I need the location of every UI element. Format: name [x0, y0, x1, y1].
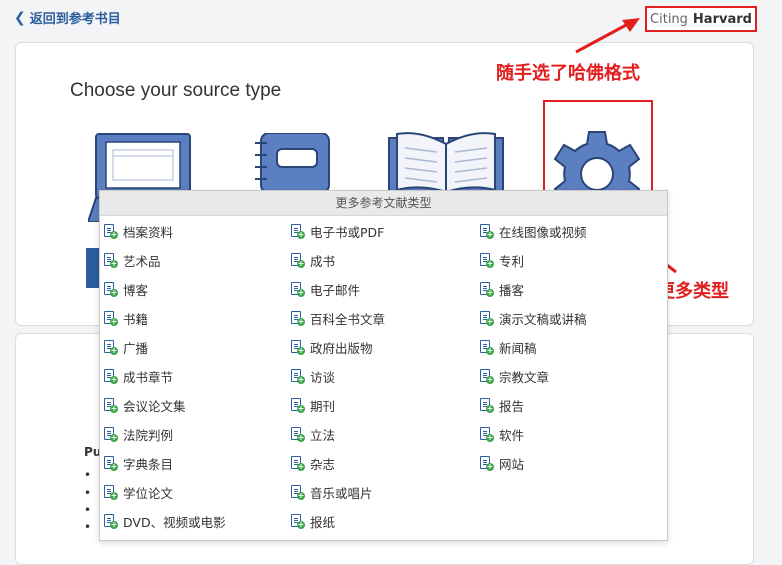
source-type-label: 软件: [499, 427, 525, 443]
source-type-label: 在线图像或视频: [499, 224, 587, 240]
add-document-icon: +: [103, 455, 118, 471]
source-type-label: 成书: [310, 253, 336, 269]
source-type-option[interactable]: + 宗教文章: [479, 366, 549, 386]
add-document-icon: +: [290, 513, 305, 529]
source-type-label: 杂志: [310, 456, 336, 472]
add-document-icon: +: [290, 281, 305, 297]
source-type-label: 百科全书文章: [310, 311, 386, 327]
dropdown-header: 更多参考文献类型: [100, 191, 667, 216]
add-document-icon: +: [479, 368, 494, 384]
add-document-icon: +: [479, 397, 494, 413]
source-type-label: 报纸: [310, 514, 336, 530]
add-document-icon: +: [103, 368, 118, 384]
source-type-option[interactable]: + 政府出版物: [290, 337, 373, 357]
source-type-option[interactable]: + 百科全书文章: [290, 308, 385, 328]
source-type-label: 成书章节: [123, 369, 174, 385]
add-document-icon: +: [479, 223, 494, 239]
source-type-label: 艺术品: [123, 253, 161, 269]
source-type-option[interactable]: + 会议论文集: [103, 395, 186, 415]
source-type-option[interactable]: + DVD、视频或电影: [103, 511, 226, 531]
add-document-icon: +: [103, 281, 118, 297]
add-document-icon: +: [290, 484, 305, 500]
source-type-option[interactable]: + 博客: [103, 279, 148, 299]
source-type-option[interactable]: + 在线图像或视频: [479, 221, 587, 241]
source-type-option[interactable]: + 专利: [479, 250, 524, 270]
add-document-icon: +: [479, 310, 494, 326]
add-document-icon: +: [479, 455, 494, 471]
add-document-icon: +: [103, 513, 118, 529]
source-type-option[interactable]: + 立法: [290, 424, 335, 444]
source-type-option[interactable]: + 报纸: [290, 511, 335, 531]
source-type-label: 期刊: [310, 398, 336, 414]
source-type-option[interactable]: + 学位论文: [103, 482, 173, 502]
source-type-label: 新闻稿: [499, 340, 537, 356]
source-type-label: 电子书或PDF: [310, 224, 385, 240]
add-document-icon: +: [479, 426, 494, 442]
source-type-option[interactable]: + 书籍: [103, 308, 148, 328]
source-type-label: 立法: [310, 427, 336, 443]
source-type-option[interactable]: + 电子邮件: [290, 279, 360, 299]
source-type-option[interactable]: + 期刊: [290, 395, 335, 415]
source-type-option[interactable]: + 报告: [479, 395, 524, 415]
source-type-label: 报告: [499, 398, 525, 414]
source-type-option[interactable]: + 成书章节: [103, 366, 173, 386]
source-type-option[interactable]: + 杂志: [290, 453, 335, 473]
more-types-dropdown: 更多参考文献类型 + 档案资料 + 艺术品 + 博客 + 书籍 + 广播 + 成书章节 + 会议论文集 + 法…: [99, 190, 668, 541]
add-document-icon: +: [290, 397, 305, 413]
source-type-option[interactable]: + 播客: [479, 279, 524, 299]
add-document-icon: +: [290, 339, 305, 355]
source-type-option[interactable]: + 访谈: [290, 366, 335, 386]
source-type-label: 电子邮件: [310, 282, 361, 298]
add-document-icon: +: [479, 339, 494, 355]
source-type-label: 播客: [499, 282, 525, 298]
source-type-label: 广播: [123, 340, 149, 356]
source-type-option[interactable]: + 字典条目: [103, 453, 173, 473]
source-type-option[interactable]: + 网站: [479, 453, 524, 473]
source-type-label: 网站: [499, 456, 525, 472]
add-document-icon: +: [479, 252, 494, 268]
source-type-label: 访谈: [310, 369, 336, 385]
add-document-icon: +: [290, 252, 305, 268]
source-type-label: 音乐或唱片: [310, 485, 373, 501]
source-type-label: 学位论文: [123, 485, 174, 501]
add-document-icon: +: [290, 455, 305, 471]
source-type-option[interactable]: + 档案资料: [103, 221, 173, 241]
source-type-option[interactable]: + 新闻稿: [479, 337, 537, 357]
source-type-label: 博客: [123, 282, 149, 298]
add-document-icon: +: [290, 310, 305, 326]
source-type-option[interactable]: + 广播: [103, 337, 148, 357]
add-document-icon: +: [103, 397, 118, 413]
add-document-icon: +: [103, 310, 118, 326]
source-type-option[interactable]: + 演示文稿或讲稿: [479, 308, 587, 328]
annotation-harvard: 随手选了哈佛格式: [496, 63, 640, 84]
source-type-label: 字典条目: [123, 456, 174, 472]
source-type-label: 会议论文集: [123, 398, 186, 414]
add-document-icon: +: [290, 368, 305, 384]
add-document-icon: +: [290, 223, 305, 239]
source-type-label: 档案资料: [123, 224, 174, 240]
add-document-icon: +: [479, 281, 494, 297]
source-type-option[interactable]: + 音乐或唱片: [290, 482, 373, 502]
source-type-option[interactable]: + 艺术品: [103, 250, 161, 270]
source-type-label: 宗教文章: [499, 369, 550, 385]
source-type-option[interactable]: + 法院判例: [103, 424, 173, 444]
add-document-icon: +: [103, 223, 118, 239]
source-type-label: 政府出版物: [310, 340, 373, 356]
add-document-icon: +: [103, 426, 118, 442]
add-document-icon: +: [103, 252, 118, 268]
add-document-icon: +: [290, 426, 305, 442]
add-document-icon: +: [103, 339, 118, 355]
source-type-option[interactable]: + 软件: [479, 424, 524, 444]
source-type-option[interactable]: + 电子书或PDF: [290, 221, 384, 241]
source-type-option[interactable]: + 成书: [290, 250, 335, 270]
source-type-label: 专利: [499, 253, 525, 269]
source-type-label: 书籍: [123, 311, 149, 327]
source-type-label: 法院判例: [123, 427, 174, 443]
add-document-icon: +: [103, 484, 118, 500]
source-type-label: DVD、视频或电影: [123, 514, 226, 530]
source-type-label: 演示文稿或讲稿: [499, 311, 587, 327]
